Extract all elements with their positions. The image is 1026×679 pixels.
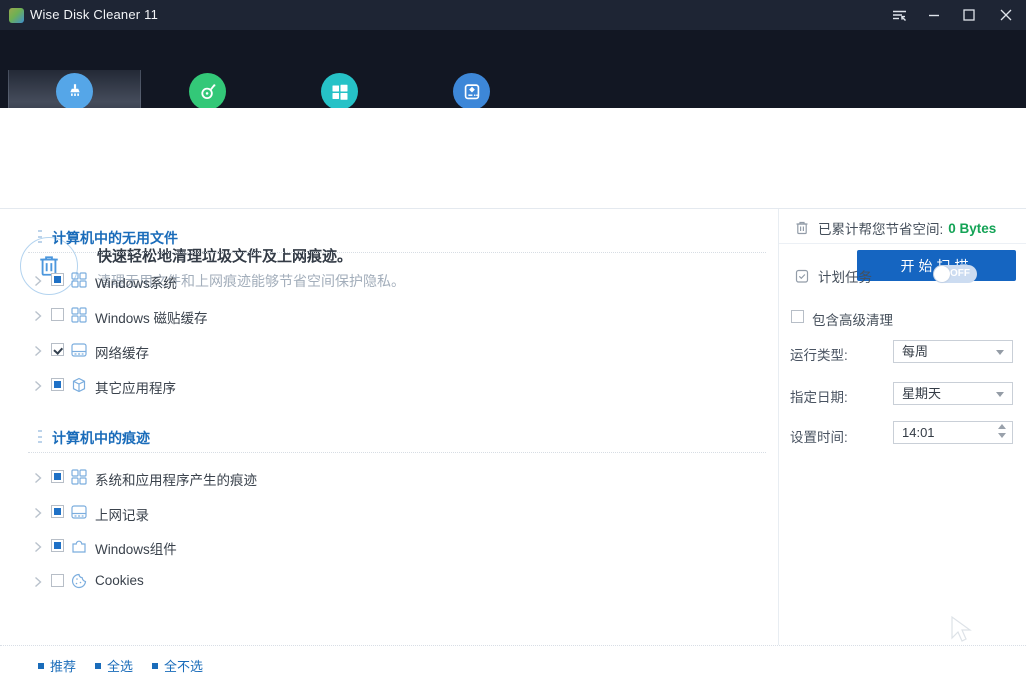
disk-icon [453, 73, 490, 110]
chevron-down-icon [996, 392, 1004, 397]
chevron-right-icon[interactable] [32, 575, 44, 588]
windows-icon [71, 272, 87, 288]
minimize-button[interactable] [917, 0, 951, 30]
close-icon [1000, 9, 1012, 21]
chevron-down-icon [996, 350, 1004, 355]
minimize-icon [928, 9, 940, 21]
panel-divider [778, 209, 779, 645]
puzzle-icon [71, 538, 87, 554]
chevron-right-icon[interactable] [32, 379, 44, 392]
checkbox[interactable] [51, 505, 64, 518]
saved-space-value: 0 Bytes [948, 220, 997, 236]
app-logo-icon [9, 8, 24, 23]
schedule-toggle[interactable]: OFF [933, 265, 977, 283]
include-advanced-checkbox[interactable] [791, 310, 804, 323]
spinner-up-icon[interactable] [998, 424, 1006, 429]
spinner-down-icon[interactable] [998, 433, 1006, 438]
titlebar: Wise Disk Cleaner 11 [0, 0, 1026, 30]
checkbox[interactable] [51, 539, 64, 552]
maximize-button[interactable] [952, 0, 986, 30]
windows-logo-icon [321, 73, 358, 110]
chevron-right-icon[interactable] [32, 309, 44, 322]
chevron-right-icon[interactable] [32, 506, 44, 519]
scheduled-time-value: 14:01 [902, 425, 935, 440]
section-marker-icon [38, 430, 42, 443]
header-band: 快速轻松地清理垃圾文件及上网痕迹。 清理无用文件和上网痕迹能够节省空间保护隐私。… [0, 108, 1026, 295]
schedule-label: 计划任务 [818, 270, 872, 285]
window-title: Wise Disk Cleaner 11 [30, 7, 159, 22]
section-marker-icon [38, 230, 42, 243]
checkbox[interactable] [51, 308, 64, 321]
bullet-icon [152, 662, 159, 669]
apps-cube-icon [71, 377, 87, 393]
trash-small-icon [794, 220, 810, 236]
run-type-select[interactable]: 每周 [893, 340, 1013, 363]
section-separator [28, 452, 766, 453]
chevron-right-icon[interactable] [32, 471, 44, 484]
saved-space-row: 已累计帮您节省空间: 0 Bytes [794, 218, 996, 238]
chevron-right-icon[interactable] [32, 344, 44, 357]
checkbox[interactable] [51, 470, 64, 483]
chevron-right-icon[interactable] [32, 540, 44, 553]
select-none-link[interactable]: 全不选 [152, 656, 203, 675]
cookie-icon [71, 573, 87, 589]
saved-space-label: 已累计帮您节省空间: [818, 222, 944, 237]
wise-disk-cleaner-window: Wise Disk Cleaner 11 快速轻松地清理垃圾文件及上网痕迹。 清… [0, 0, 1026, 679]
browser-cache-icon [71, 342, 87, 358]
deep-scan-icon [189, 73, 226, 110]
checkbox[interactable] [51, 378, 64, 391]
run-type-label: 运行类型: [790, 348, 848, 363]
include-advanced-label[interactable]: 包含高级清理 [812, 309, 893, 329]
run-type-value: 每周 [902, 344, 929, 359]
checkbox[interactable] [51, 343, 64, 356]
checkbox[interactable] [51, 574, 64, 587]
main-menu-button[interactable] [882, 0, 916, 30]
bullet-icon [95, 662, 102, 669]
clipboard-check-icon [794, 268, 810, 284]
recommended-link[interactable]: 推荐 [38, 656, 76, 675]
close-button[interactable] [989, 0, 1023, 30]
section-title-junk-files: 计算机中的无用文件 [52, 230, 178, 246]
browser-history-icon [71, 504, 87, 520]
brush-icon [56, 73, 93, 110]
scheduled-time-spinner[interactable]: 14:01 [893, 421, 1013, 444]
toggle-state-label: OFF [950, 268, 970, 279]
bullet-icon [38, 662, 44, 669]
toggle-knob [934, 266, 950, 282]
select-all-link[interactable]: 全选 [95, 656, 133, 675]
windows-tiles-icon [71, 307, 87, 323]
scheduled-time-label: 设置时间: [790, 430, 848, 445]
maximize-icon [963, 9, 975, 21]
section-title-traces: 计算机中的痕迹 [52, 430, 150, 446]
checkbox[interactable] [51, 273, 64, 286]
schedule-row: 计划任务 [794, 266, 872, 286]
scheduled-day-select[interactable]: 星期天 [893, 382, 1013, 405]
scheduled-day-value: 星期天 [902, 386, 942, 401]
chevron-right-icon[interactable] [32, 274, 44, 287]
scheduled-day-label: 指定日期: [790, 390, 848, 405]
page-title: 快速轻松地清理垃圾文件及上网痕迹。 [97, 248, 353, 265]
hamburger-menu-icon [891, 7, 908, 23]
panel-separator [779, 243, 1026, 244]
windows-icon [71, 469, 87, 485]
section-separator [28, 252, 766, 253]
footer-bar: 推荐 全选 全不选 [0, 645, 1026, 679]
nav-bar: 常规清理 高级清理 系统瘦身 [0, 30, 1026, 134]
